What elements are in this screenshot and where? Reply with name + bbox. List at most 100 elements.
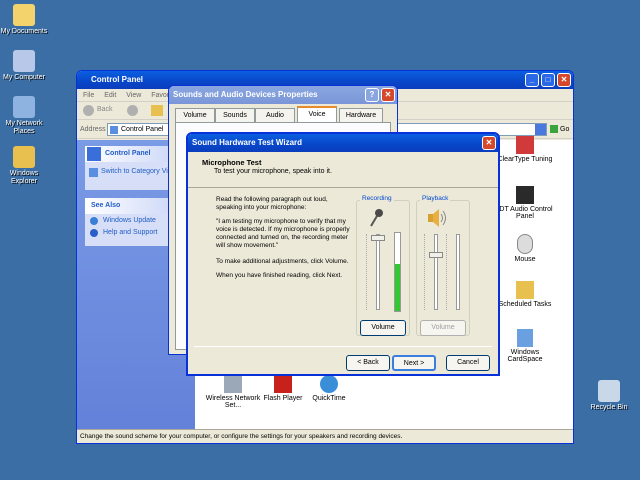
recording-fader-track <box>376 234 380 310</box>
desktop-icon-label: My Network Places <box>5 120 43 135</box>
playback-volume-slider[interactable] <box>429 252 443 258</box>
playback-ticks-right <box>446 234 450 310</box>
desktop-icon-label: Recycle Bin <box>590 404 628 411</box>
music-note-icon <box>516 186 534 204</box>
maximize-button[interactable]: □ <box>541 73 555 87</box>
back-label[interactable]: Back <box>97 106 113 113</box>
wizard-instructions: Read the following paragraph out loud, s… <box>216 196 352 280</box>
cleartype-item[interactable]: ClearType Tuning <box>495 136 555 163</box>
desktop-icon-recycle-bin[interactable]: Recycle Bin <box>581 380 637 412</box>
recycle-bin-icon <box>598 380 620 402</box>
control-panel-icon <box>87 147 101 161</box>
recording-meter <box>394 232 401 312</box>
side-title: Control Panel <box>105 150 151 157</box>
network-icon <box>13 96 35 118</box>
scheduled-tasks-item[interactable]: Scheduled Tasks <box>495 281 555 308</box>
next-button[interactable]: Next > <box>392 355 436 371</box>
switch-category-label: Switch to Category View <box>101 168 177 175</box>
menu-view[interactable]: View <box>126 92 141 99</box>
recording-volume-slider[interactable] <box>371 235 385 241</box>
microphone-icon <box>368 208 386 228</box>
cancel-button[interactable]: Cancel <box>446 355 490 371</box>
go-icon[interactable] <box>550 125 558 133</box>
status-text: Change the sound scheme for your compute… <box>80 433 403 440</box>
mouse-item[interactable]: Mouse <box>495 234 555 263</box>
tab-sounds[interactable]: Sounds <box>215 108 255 122</box>
playback-label: Playback <box>420 195 451 202</box>
mouse-label: Mouse <box>514 256 536 263</box>
wizard-titlebar[interactable]: Sound Hardware Test Wizard ✕ <box>188 134 498 152</box>
sounds-close-button[interactable]: ✕ <box>381 88 395 102</box>
idt-audio-item[interactable]: IDT Audio Control Panel <box>495 186 555 220</box>
help-support-label: Help and Support <box>103 229 158 236</box>
playback-volume-button: Volume <box>420 320 466 336</box>
desktop-icon-label: My Computer <box>2 74 45 81</box>
recording-volume-button[interactable]: Volume <box>360 320 406 336</box>
minimize-button[interactable]: _ <box>525 73 539 87</box>
flash-icon <box>274 375 292 393</box>
wizard-close-button[interactable]: ✕ <box>482 136 496 150</box>
help-button[interactable]: ? <box>365 88 379 102</box>
desktop-icon-windows-explorer[interactable]: Windows Explorer <box>0 146 52 186</box>
help-icon <box>90 229 98 237</box>
up-folder-icon[interactable] <box>151 105 163 116</box>
windows-update-icon <box>90 217 98 225</box>
scheduled-tasks-label: Scheduled Tasks <box>498 301 552 308</box>
sounds-dialog-titlebar[interactable]: Sounds and Audio Devices Properties ? ✕ <box>169 86 397 104</box>
wizard-divider <box>194 346 492 347</box>
tab-voice[interactable]: Voice <box>297 106 337 122</box>
back-button[interactable]: < Back <box>346 355 390 371</box>
address-label: Address <box>80 126 106 133</box>
recording-meter-fill <box>395 264 400 311</box>
menu-edit[interactable]: Edit <box>104 92 116 99</box>
tab-hardware[interactable]: Hardware <box>339 108 383 122</box>
tab-volume[interactable]: Volume <box>175 108 215 122</box>
computer-icon <box>13 50 35 72</box>
wireless-item[interactable]: Wireless Network Set... <box>205 375 261 409</box>
window-title: Control Panel <box>91 75 144 84</box>
idt-audio-label: IDT Audio Control Panel <box>497 206 553 220</box>
back-icon[interactable] <box>83 105 94 116</box>
go-label[interactable]: Go <box>560 126 569 133</box>
wireless-label: Wireless Network Set... <box>205 395 261 409</box>
recording-ticks <box>366 234 370 310</box>
forward-icon[interactable] <box>127 105 138 116</box>
speaker-icon <box>426 208 448 228</box>
close-button[interactable]: ✕ <box>557 73 571 87</box>
quicktime-icon <box>320 375 338 393</box>
address-dropdown-icon[interactable] <box>535 124 546 135</box>
instruction-4: When you have finished reading, click Ne… <box>216 272 343 279</box>
wireless-icon <box>224 375 242 393</box>
menu-file[interactable]: File <box>83 92 94 99</box>
cardspace-icon <box>517 329 533 347</box>
instruction-2: "I am testing my microphone to verify th… <box>216 218 350 249</box>
address-value: Control Panel <box>121 126 164 133</box>
cardspace-item[interactable]: Windows CardSpace <box>495 329 555 363</box>
control-panel-small-icon <box>110 126 118 134</box>
instruction-1: Read the following paragraph out loud, s… <box>216 196 328 211</box>
windows-update-label: Windows Update <box>103 217 156 224</box>
wizard-heading: Microphone Test <box>202 158 262 167</box>
desktop-icon-my-computer[interactable]: My Computer <box>0 50 52 82</box>
quicktime-label: QuickTime <box>312 395 346 402</box>
folder-icon <box>13 4 35 26</box>
cardspace-label: Windows CardSpace <box>507 349 543 363</box>
wizard-window: Sound Hardware Test Wizard ✕ Microphone … <box>186 132 500 376</box>
desktop-icon-label: Windows Explorer <box>9 170 39 185</box>
scheduled-tasks-icon <box>516 281 534 299</box>
playback-ticks-left <box>424 234 428 310</box>
wizard-subheading: To test your microphone, speak into it. <box>214 168 332 175</box>
cleartype-label: ClearType Tuning <box>497 156 553 163</box>
instruction-3: To make additional adjustments, click Vo… <box>216 258 349 265</box>
playback-fader-track <box>434 234 438 310</box>
cleartype-icon <box>516 136 534 154</box>
tab-audio[interactable]: Audio <box>255 108 295 122</box>
wizard-header: Microphone Test To test your microphone,… <box>188 152 498 188</box>
quicktime-item[interactable]: QuickTime <box>301 375 357 402</box>
sounds-dialog-title: Sounds and Audio Devices Properties <box>173 90 318 99</box>
wizard-title: Sound Hardware Test Wizard <box>192 138 303 147</box>
desktop-icon-network-places[interactable]: My Network Places <box>0 96 52 136</box>
switch-view-icon <box>89 168 98 177</box>
desktop-icon-my-documents[interactable]: My Documents <box>0 4 52 36</box>
tab-strip: Volume Sounds Audio Voice Hardware <box>175 106 389 122</box>
